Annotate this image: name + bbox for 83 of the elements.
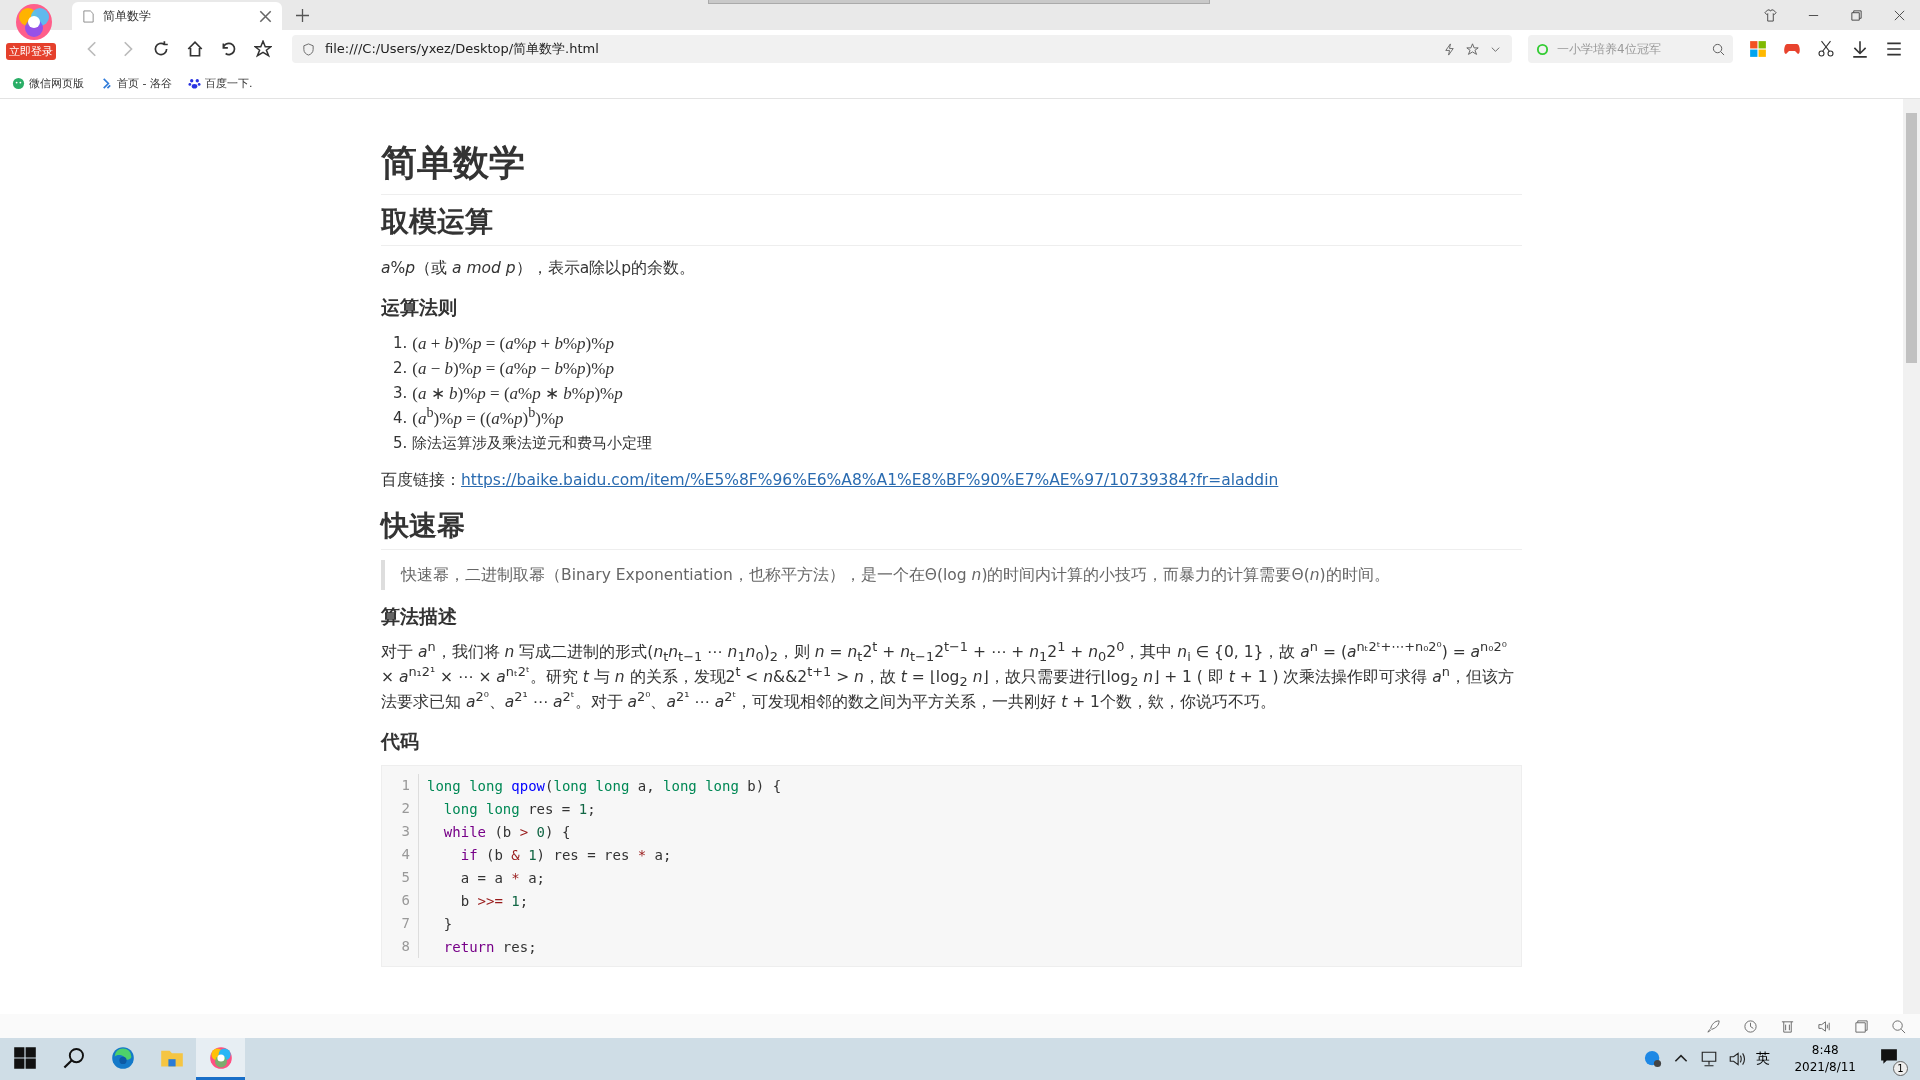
line-number: 3 (382, 820, 419, 843)
code-line: b >>= 1; (459, 892, 529, 909)
swirl-logo-icon[interactable] (110, 1045, 135, 1070)
code-line: long long res = 1; (442, 800, 596, 817)
line-number: 7 (382, 912, 419, 935)
code-line: return res; (442, 938, 537, 955)
bookmark-link[interactable]: 首页 - 洛谷 (117, 75, 172, 91)
restore-icon[interactable] (1850, 9, 1863, 22)
home-icon[interactable] (186, 40, 204, 58)
close-icon[interactable] (1893, 9, 1906, 22)
subsection-heading: 算法描述 (381, 604, 458, 629)
grid-icon[interactable] (1749, 40, 1767, 58)
bookmark-logo-icon (100, 76, 113, 90)
star-icon[interactable] (254, 40, 272, 58)
network-icon[interactable] (1700, 1050, 1719, 1068)
menu-icon[interactable] (1885, 40, 1903, 58)
input-method[interactable]: 英 (1756, 1050, 1771, 1068)
line-number: 8 (382, 935, 419, 958)
subsection-heading: 运算法则 (381, 295, 458, 320)
shield-icon (302, 42, 315, 56)
code-line: } (442, 915, 453, 932)
line-number: 2 (382, 797, 419, 820)
line-number: 4 (382, 843, 419, 866)
scroll-thumb[interactable] (1906, 113, 1917, 363)
reload-icon[interactable] (152, 40, 170, 58)
windows-logo-icon[interactable] (12, 1045, 37, 1070)
code-line: while (b > 0) { (442, 823, 571, 840)
search-field[interactable]: 一小学培养4位冠军 (1528, 35, 1733, 63)
browser-tab[interactable]: 简单数学 (72, 2, 282, 30)
close-icon[interactable] (259, 9, 272, 23)
window-icon[interactable] (1854, 1018, 1869, 1034)
bookmark-link[interactable]: 百度一下. (204, 75, 253, 91)
list-number: 3. (393, 383, 408, 404)
list-item: (a − b)%p = (a%p − b%p)%p (412, 358, 614, 380)
download-icon[interactable] (1851, 40, 1869, 58)
line-number: 1 (382, 774, 419, 797)
scissors-icon[interactable] (1817, 40, 1835, 58)
blockquote: 快速幂，二进制取幂（Binary Exponentiation，也称平方法），是一个在Θ(log n)的时间内计算的小技巧，而暴力的计算需要Θ(n)的时间。 (381, 560, 1522, 590)
notification-icon[interactable] (1880, 1048, 1898, 1066)
paw-icon (187, 76, 201, 90)
trash-icon[interactable] (1780, 1018, 1795, 1034)
code-line: a = a * a; (459, 869, 546, 886)
list-number: 2. (393, 358, 408, 379)
paragraph: 对于 a$^{n}$，我们将 n 写成二进制的形式(n$_{t}$n$_{t−1}$ ⋯ n$_{1}$n$_{0}$)$_{2}$，则 n = n$_{t}$2$^{t}$ +n$_{t−1}$2$^{t−1}$ + ⋯ +n$_{1}$2$^{1}$ +n$_{0}$2$^{0}$，其中 n$_{i}$ ∈ {0, 1}，故 a$^{n}$ = (a$^{nₜ2ᵗ+⋯+n₀2⁰}$) = a$^{n₀2⁰}$ × a$^{n₁2¹}$ × ⋯ × a$^{nₜ2ᵗ}$。研究 t 与 n 的关系，发现2$^{t}$ < n&&2$^{t+1}$ > n，故 t = ⌊log$_{2}$ n⌋，故只需要进行⌊log$_{2}$ n⌋ + 1 ( 即 t+ 1 ) 次乘法操作即可求得 a$^{n}$，但该方法要求已知 a$^{2⁰}$、a$^{2¹}$ ⋯ a$^{2ᵗ}$。对于 a$^{2⁰}$、a$^{2¹}$ ⋯ a$^{2ᵗ}$，可发现相邻的数之间为平方关系，一共刚好 t+ 1个数，欸，你说巧不巧。 (381, 640, 1516, 713)
help-icon[interactable] (1644, 1050, 1663, 1068)
list-item: (a + b)%p = (a%p + b%p)%p (412, 333, 614, 355)
code-line: if (b & 1) res = res * a; (459, 846, 672, 863)
page-icon (82, 9, 95, 23)
chat-bubble-icon (12, 76, 25, 90)
undo-icon[interactable] (220, 40, 238, 58)
list-item: 除法运算涉及乘法逆元和费马小定理 (412, 433, 653, 454)
new-tab-icon[interactable] (296, 9, 309, 22)
lightning-icon[interactable] (1443, 42, 1456, 56)
code-line: long long qpow(long long a, long long b) { (426, 777, 782, 794)
shirt-icon[interactable] (1764, 9, 1777, 22)
ring-icon (1536, 42, 1549, 56)
list-item: (a$^{b}$)%p = ((a%p)$^{b}$)%p (412, 406, 564, 430)
volume-icon[interactable] (1728, 1050, 1747, 1068)
search-input[interactable]: 一小学培养4位冠军 (1555, 41, 1706, 57)
list-number: 1. (393, 333, 408, 354)
list-number: 4. (393, 408, 408, 429)
star-icon[interactable] (1466, 42, 1479, 56)
search-icon[interactable] (61, 1045, 86, 1070)
line-number: 6 (382, 889, 419, 912)
subsection-heading: 代码 (381, 729, 420, 754)
speaker-icon[interactable] (1817, 1018, 1832, 1034)
clock-icon[interactable] (1743, 1018, 1758, 1034)
address-bar[interactable]: file:///C:/Users/yxez/Desktop/简单数学.html (292, 35, 1512, 63)
clock[interactable]: 8:48 2021/8/11 (1794, 1042, 1856, 1076)
scrollbar[interactable] (1903, 99, 1920, 1014)
login-badge[interactable]: 立即登录 (6, 43, 56, 60)
notification-count: 1 (1893, 1061, 1908, 1076)
link-label: 百度链接： (381, 470, 461, 491)
line-number: 5 (382, 866, 419, 889)
link[interactable]: https://baike.baidu.com/item/%E5%8F%96%E6%A8%A1%E8%BF%90%E7%AE%97/10739384?fr=aladdin (461, 468, 1279, 493)
section-heading: 取模运算 (381, 203, 1522, 246)
section-heading: 快速幂 (381, 507, 1522, 550)
bookmark-link[interactable]: 微信网页版 (29, 75, 84, 91)
list-number: 5. (393, 433, 408, 454)
list-item: (a ∗ b)%p = (a%p ∗ b%p)%p (412, 383, 623, 405)
colorful-logo-icon[interactable] (208, 1045, 233, 1070)
page-title: 简单数学 (381, 139, 1522, 195)
paragraph: a%p（或 a mod p），表示a除以p的余数。 (381, 258, 696, 279)
